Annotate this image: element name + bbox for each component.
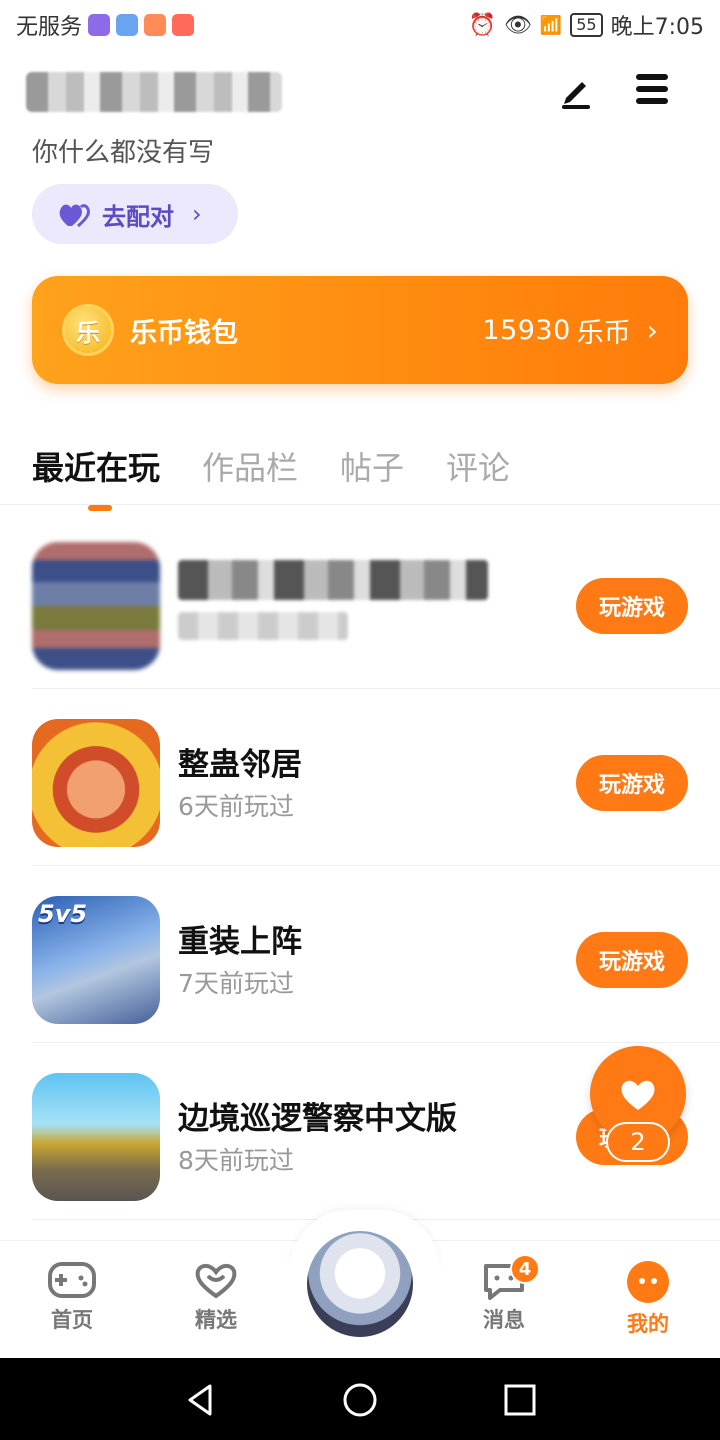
eye-icon: 👁 [503, 12, 532, 38]
game-app-icon [144, 14, 167, 36]
tab-works[interactable]: 作品栏 [202, 443, 298, 489]
wallet-card[interactable]: 乐 乐币钱包 15930 乐币 › [32, 276, 688, 384]
wifi-icon: 📶 [539, 14, 563, 36]
game-name-redacted [178, 560, 488, 600]
nav-label: 首页 [51, 1308, 93, 1332]
divider [0, 504, 720, 505]
alarm-icon: ⏰ [468, 12, 496, 38]
battery-icon: 55 [570, 13, 603, 37]
clock-time: 晚上7:05 [610, 15, 704, 40]
status-bar: 无服务 ⏰ 👁 📶 55 晚上7:05 [0, 0, 720, 50]
tab-label: 最近在玩 [32, 449, 161, 487]
message-badge: 4 [510, 1254, 540, 1284]
game-list-item[interactable]: 5v5 重装上阵 7天前玩过 玩游戏 [32, 866, 720, 1043]
nav-home[interactable]: 首页 [22, 1260, 122, 1334]
heart-icon [621, 1080, 655, 1110]
nav-label: 我的 [627, 1312, 669, 1336]
edit-profile-button[interactable] [556, 72, 596, 112]
game-time-redacted [178, 612, 348, 640]
game-icon: 5v5 [32, 896, 160, 1024]
mail-app-icon [172, 14, 195, 36]
game-last-played: 7天前玩过 [178, 969, 294, 998]
game-list-item[interactable]: 玩游戏 [32, 512, 720, 689]
game-name: 整蛊邻居 [178, 747, 302, 783]
nav-label: 消息 [483, 1308, 525, 1332]
back-icon[interactable] [180, 1380, 220, 1420]
game-list-item[interactable]: 整蛊邻居 6天前玩过 玩游戏 [32, 689, 720, 866]
nav-label: 精选 [195, 1308, 237, 1332]
game-icon-text: 5v5 [38, 900, 88, 928]
tab-label: 评论 [446, 449, 511, 487]
match-label: 去配对 [102, 202, 174, 231]
menu-icon-line [636, 74, 668, 80]
profile-face-icon [627, 1261, 669, 1303]
coin-icon: 乐 [62, 304, 114, 356]
wallet-title: 乐币钱包 [130, 317, 238, 349]
gamepad-icon [48, 1262, 96, 1298]
carrier-label: 无服务 [16, 15, 83, 40]
nav-featured[interactable]: 精选 [166, 1260, 266, 1334]
menu-button[interactable] [636, 74, 676, 110]
recents-icon[interactable] [500, 1380, 540, 1420]
tab-comments[interactable]: 评论 [446, 443, 510, 489]
username-redacted [26, 72, 282, 112]
game-last-played: 8天前玩过 [178, 1146, 294, 1175]
game-icon [32, 1073, 160, 1201]
chevron-right-icon: › [646, 313, 658, 347]
double-heart-icon [59, 204, 90, 228]
notification-app-icon [88, 14, 111, 36]
profile-bio: 你什么都没有写 [32, 138, 215, 168]
music-app-icon [116, 14, 139, 36]
game-last-played: 6天前玩过 [178, 792, 294, 821]
profile-tabs: 最近在玩 作品栏 帖子 评论 [32, 436, 510, 511]
system-nav-bar [0, 1358, 720, 1440]
chevron-right-icon: › [192, 200, 202, 228]
game-name: 边境巡逻警察中文版 [178, 1101, 457, 1137]
game-icon-redacted [32, 542, 160, 670]
home-icon[interactable] [340, 1380, 380, 1420]
menu-icon-line [636, 86, 668, 92]
tab-posts[interactable]: 帖子 [340, 443, 404, 489]
game-icon [32, 719, 160, 847]
play-game-button[interactable]: 玩游戏 [576, 755, 688, 811]
nav-me[interactable]: 我的 [598, 1260, 698, 1338]
play-game-button[interactable]: 玩游戏 [576, 578, 688, 634]
heart-outline-icon [195, 1263, 237, 1299]
play-game-button[interactable]: 玩游戏 [576, 932, 688, 988]
match-button[interactable]: 去配对 › [32, 184, 238, 244]
menu-icon-line [636, 98, 668, 104]
tab-active-indicator [88, 505, 112, 511]
tab-label: 帖子 [340, 449, 405, 487]
game-name: 重装上阵 [178, 924, 302, 960]
avatar[interactable] [304, 1228, 416, 1340]
wallet-amount: 15930 [482, 314, 571, 346]
pencil-icon [562, 82, 590, 109]
tab-recent-games[interactable]: 最近在玩 [32, 443, 161, 511]
wallet-unit: 乐币 [576, 317, 631, 349]
tab-label: 作品栏 [202, 449, 299, 487]
like-count: 2 [606, 1122, 670, 1162]
